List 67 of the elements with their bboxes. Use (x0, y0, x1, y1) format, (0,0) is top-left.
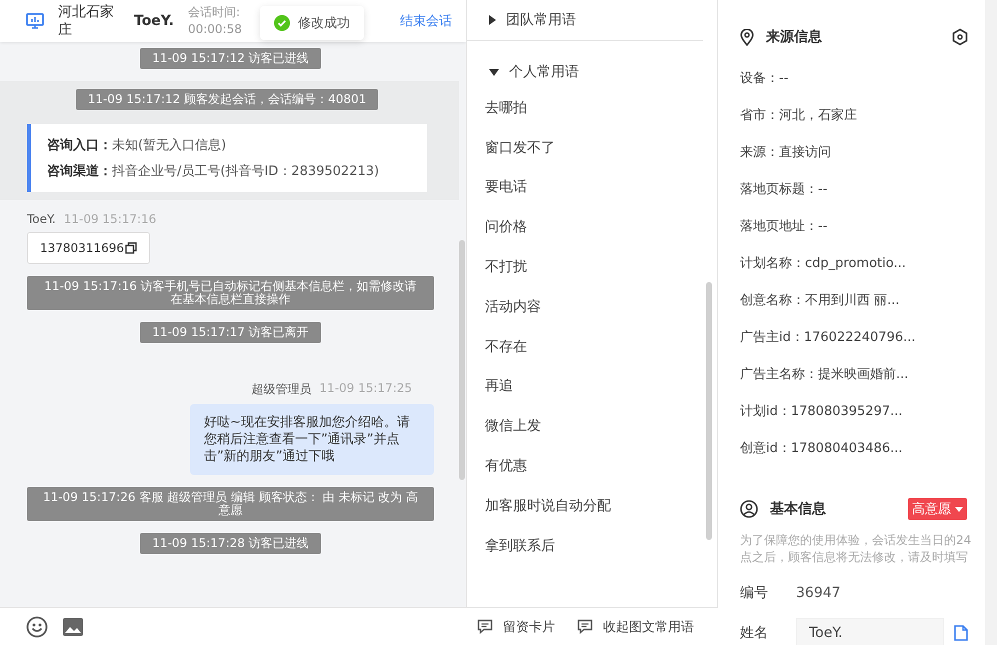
field-value: 36947 (796, 585, 841, 601)
check-icon (274, 15, 290, 31)
notice-text: 为了保障您的使用体验，会话发生当日的24点之后，顾客信息将无法修改，请及时填写 (740, 532, 972, 566)
visitor-name: ToeY. (134, 13, 174, 29)
sender-name: ToeY. (27, 212, 56, 226)
source-info-row-text: 设备：-- (740, 70, 790, 88)
phrase-item[interactable]: 微信上发 (485, 406, 703, 446)
source-info-row-text: 广告主id：176022240796... (740, 328, 917, 346)
source-info-row-text: 创意名称：不用到川西 丽... (740, 292, 901, 310)
document-icon[interactable] (954, 625, 968, 641)
system-notice: 11-09 15:17:17 访客已离开 (140, 322, 321, 343)
system-notice: 11-09 15:17:12 顾客发起会话，会话编号：40801 (76, 89, 378, 110)
system-notice: 11-09 15:17:26 客服 超级管理员 编辑 顾客状态： 由 未标记 改为 高意愿 (27, 487, 434, 521)
message-time: 11-09 15:17:16 (64, 212, 156, 226)
source-info-row-text: 广告主名称：提米映画婚前... (740, 366, 910, 384)
phrase-item[interactable]: 要电话 (485, 168, 703, 208)
scrollbar[interactable] (459, 240, 465, 480)
action-button[interactable]: 收起图文常用语 (577, 618, 694, 636)
source-info-row-text: 来源：直接访问 (740, 144, 832, 162)
field-label: 编号 (740, 584, 769, 602)
phrase-item[interactable]: 再追 (485, 366, 703, 406)
section-title: 基本信息 (770, 500, 826, 518)
phrase-group-header[interactable]: 团队常用语 (485, 0, 705, 40)
section-title: 来源信息 (766, 28, 822, 46)
phrase-item[interactable]: 问价格 (485, 207, 703, 248)
location-pin-icon (740, 28, 754, 46)
system-notice: 11-09 15:17:28 访客已进线 (140, 533, 321, 554)
message-bubble: 好哒~现在安排客服加您介绍哈。请您稍后注意查看一下”通讯录”并点击”新的朋友”通过下哦 (190, 404, 434, 475)
system-notice: 11-09 15:17:12 访客已进线 (140, 48, 321, 69)
toast-text: 修改成功 (298, 15, 350, 32)
comment-icon (577, 619, 593, 634)
source-info-row-text: 落地页地址：-- (740, 218, 828, 236)
intent-tag-dropdown[interactable]: 高意愿 (908, 498, 967, 520)
timer-value: 00:00:58 (188, 21, 242, 38)
inquiry-line: 咨询渠道：抖音企业号/员工号(抖音号ID：2839502213) (47, 162, 380, 180)
user-icon (740, 500, 758, 518)
phrase-item[interactable]: 活动内容 (485, 286, 703, 327)
monitor-icon (26, 13, 44, 29)
source-info-row-text: 省市：河北，石家庄 (740, 106, 858, 124)
image-icon[interactable] (62, 616, 84, 636)
visitor-location: 河北石家庄 (58, 3, 115, 39)
phrase-item[interactable]: 加客服时说自动分配 (485, 486, 703, 526)
timer-label: 会话时间: (188, 4, 241, 21)
scrollbar[interactable] (706, 282, 712, 540)
sender-name: 超级管理员 (251, 381, 312, 398)
inquiry-line: 咨询入口：未知(暂无入口信息) (47, 136, 228, 154)
action-button[interactable]: 留资卡片 (477, 618, 555, 636)
phrase-item[interactable]: 拿到联系后 (485, 526, 703, 566)
source-info-row-text: 计划名称：cdp_promotio... (740, 254, 907, 272)
emoji-icon[interactable] (26, 616, 48, 638)
system-notice: 11-09 15:17:16 访客手机号已自动标记右侧基本信息栏，如需修改请在基本信息栏直接操作 (27, 276, 434, 310)
phrase-item[interactable]: 不存在 (485, 326, 703, 367)
source-info-row-text: 计划id：178080395297... (740, 402, 904, 420)
source-info-row-text: 落地页标题：-- (740, 180, 828, 198)
message-time: 11-09 15:17:25 (319, 381, 412, 397)
message-text: 13780311696 (40, 241, 124, 255)
end-session-button[interactable]: 结束会话 (400, 12, 452, 30)
name-input-field[interactable]: ToeY. (796, 618, 944, 645)
source-info-row-text: 创意id：178080403486... (740, 440, 904, 458)
settings-icon[interactable] (951, 28, 969, 46)
phrase-item[interactable]: 不打扰 (485, 247, 703, 287)
caret-icon (955, 506, 963, 512)
phrase-item[interactable]: 窗口发不了 (485, 128, 703, 168)
copy-icon[interactable] (124, 242, 137, 254)
comment-icon (477, 619, 493, 634)
phrase-item[interactable]: 有优惠 (485, 446, 703, 486)
field-label: 姓名 (740, 624, 769, 642)
